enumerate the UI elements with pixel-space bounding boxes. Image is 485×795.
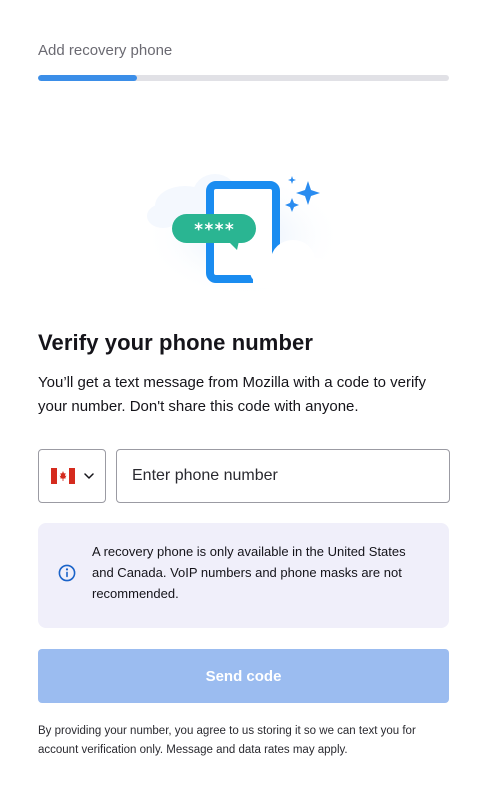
bubble-code-text: **** (194, 220, 235, 240)
info-icon (58, 564, 76, 582)
phone-verification-illustration: **** (143, 174, 343, 298)
page-title: Verify your phone number (38, 330, 314, 355)
canada-flag-icon (50, 468, 75, 484)
recovery-phone-page: Add recovery phone **** Verify your phon… (0, 0, 485, 795)
send-code-button[interactable]: Send code (38, 649, 449, 703)
page-description: You’ll get a text message from Mozilla w… (38, 374, 426, 415)
phone-number-input[interactable] (116, 449, 450, 503)
info-banner: A recovery phone is only available in th… (38, 523, 449, 628)
country-code-select[interactable] (38, 449, 106, 503)
progress-bar-fill (38, 75, 137, 81)
chevron-down-icon (83, 473, 94, 479)
info-text: A recovery phone is only available in th… (92, 544, 406, 601)
progress-bar (38, 75, 449, 81)
footer-disclaimer: By providing your number, you agree to u… (38, 725, 416, 756)
step-label: Add recovery phone (38, 42, 173, 59)
